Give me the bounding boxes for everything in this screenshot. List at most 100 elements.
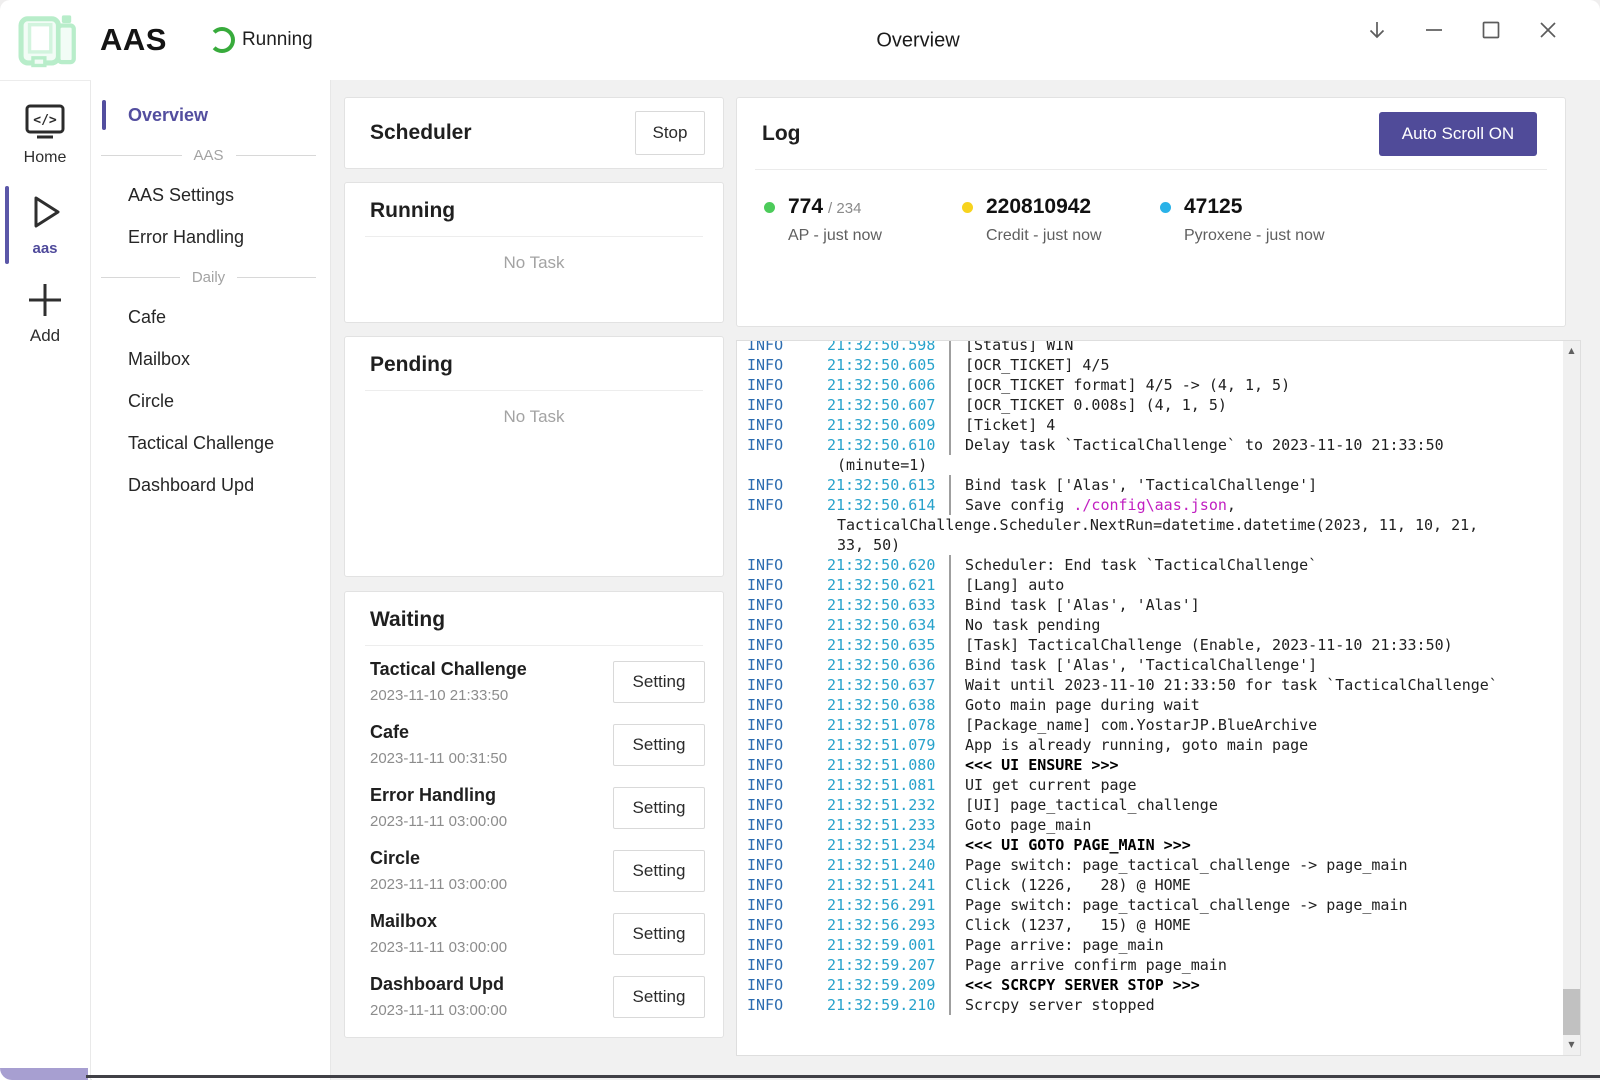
log-separator [949, 395, 951, 415]
sidebar-item-dashboard-upd[interactable]: Dashboard Upd [92, 464, 330, 506]
log-line: INFO21:32:51.081UI get current page [747, 775, 1558, 795]
waiting-title: Waiting [345, 592, 723, 645]
log-timestamp: 21:32:56.293 [827, 915, 939, 935]
log-message: Scrcpy server stopped [965, 995, 1155, 1015]
log-timestamp: 21:32:50.607 [827, 395, 939, 415]
scheduler-status: Running [242, 29, 313, 51]
scroll-up-button[interactable]: ▲ [1563, 343, 1580, 359]
log-timestamp: 21:32:50.620 [827, 555, 939, 575]
stat-label: AP - just now [788, 227, 882, 245]
scroll-down-button[interactable]: ▼ [1563, 1037, 1580, 1053]
nav-rail-item-aas[interactable]: aas [0, 180, 90, 270]
task-setting-button[interactable]: Setting [613, 724, 705, 766]
log-level: INFO [747, 340, 827, 355]
sidebar-group-label: AAS [194, 147, 224, 164]
log-line: INFO21:32:59.207Page arrive confirm page… [747, 955, 1558, 975]
log-line-continuation: (minute=1) [747, 455, 1558, 475]
divider-line [101, 155, 182, 156]
log-level: INFO [747, 815, 827, 835]
auto-scroll-button[interactable]: Auto Scroll ON [1379, 112, 1537, 156]
log-separator [949, 475, 951, 495]
pending-empty-text: No Task [345, 407, 723, 427]
log-separator [949, 835, 951, 855]
task-info: Error Handling2023-11-11 03:00:00 [370, 785, 507, 830]
log-level: INFO [747, 695, 827, 715]
log-message: [Status] WIN [965, 340, 1073, 355]
sidebar-item-tactical-challenge[interactable]: Tactical Challenge [92, 422, 330, 464]
scrollbar[interactable]: ▲ ▼ [1563, 341, 1580, 1055]
stat-dot-icon [764, 202, 775, 213]
nav-rail-item-home[interactable]: </> Home [0, 93, 90, 180]
log-line-continuation: 33, 50) [747, 535, 1558, 555]
log-timestamp: 21:32:50.609 [827, 415, 939, 435]
log-timestamp: 21:32:59.209 [827, 975, 939, 995]
sidebar-item-circle[interactable]: Circle [92, 380, 330, 422]
log-line: INFO21:32:51.078[Package_name] com.Yosta… [747, 715, 1558, 735]
close-icon[interactable] [1536, 16, 1560, 44]
nav-rail-item-add[interactable]: Add [0, 270, 90, 359]
sidebar-item-error-handling[interactable]: Error Handling [92, 216, 330, 258]
task-next-run: 2023-11-11 03:00:00 [370, 876, 507, 893]
sidebar-item-overview[interactable]: Overview [92, 94, 330, 136]
log-separator [949, 340, 951, 355]
log-separator [949, 495, 951, 515]
main-content: Scheduler Stop Running No Task Pending N… [330, 80, 1600, 1080]
log-timestamp: 21:32:51.079 [827, 735, 939, 755]
log-line: INFO21:32:50.638Goto main page during wa… [747, 695, 1558, 715]
log-timestamp: 21:32:51.232 [827, 795, 939, 815]
log-line: INFO21:32:59.001Page arrive: page_main [747, 935, 1558, 955]
waiting-task-row: Tactical Challenge2023-11-10 21:33:50Set… [370, 650, 705, 713]
log-line: INFO21:32:56.293Click (1237, 15) @ HOME [747, 915, 1558, 935]
stat-pyroxene: 47125Pyroxene - just now [1160, 195, 1358, 245]
log-level: INFO [747, 795, 827, 815]
log-line: INFO21:32:51.234<<< UI GOTO PAGE_MAIN >>… [747, 835, 1558, 855]
maximize-icon[interactable] [1479, 16, 1503, 44]
task-info: Mailbox2023-11-11 03:00:00 [370, 911, 507, 956]
sidebar-item-mailbox[interactable]: Mailbox [92, 338, 330, 380]
log-separator [949, 635, 951, 655]
log-level: INFO [747, 995, 827, 1015]
log-line: INFO21:32:51.080<<< UI ENSURE >>> [747, 755, 1558, 775]
log-message: Page switch: page_tactical_challenge -> … [965, 855, 1408, 875]
scroll-thumb[interactable] [1563, 989, 1580, 1035]
log-timestamp: 21:32:51.233 [827, 815, 939, 835]
task-setting-button[interactable]: Setting [613, 850, 705, 892]
log-separator [949, 555, 951, 575]
running-empty-text: No Task [345, 253, 723, 273]
waiting-task-list: Tactical Challenge2023-11-10 21:33:50Set… [345, 646, 723, 1028]
task-setting-button[interactable]: Setting [613, 976, 705, 1018]
log-level: INFO [747, 755, 827, 775]
task-setting-button[interactable]: Setting [613, 661, 705, 703]
sidebar-item-aas-settings[interactable]: AAS Settings [92, 174, 330, 216]
log-separator [949, 895, 951, 915]
log-line: INFO21:32:51.240Page switch: page_tactic… [747, 855, 1558, 875]
log-level: INFO [747, 835, 827, 855]
log-output-panel[interactable]: INFO21:32:50.598[Status] WININFO21:32:50… [736, 340, 1581, 1056]
log-level: INFO [747, 415, 827, 435]
log-level: INFO [747, 495, 827, 515]
log-message: <<< SCRCPY SERVER STOP >>> [965, 975, 1200, 995]
log-line: INFO21:32:50.614Save config ./config\aas… [747, 495, 1558, 515]
log-level: INFO [747, 475, 827, 495]
log-separator [949, 795, 951, 815]
log-title: Log [762, 122, 800, 146]
task-setting-button[interactable]: Setting [613, 913, 705, 955]
log-level: INFO [747, 915, 827, 935]
minimize-icon[interactable] [1422, 16, 1446, 44]
log-timestamp: 21:32:51.081 [827, 775, 939, 795]
log-message: [Package_name] com.YostarJP.BlueArchive [965, 715, 1317, 735]
app-window: AAS Running Overview [0, 0, 1600, 1080]
log-message: <<< UI ENSURE >>> [965, 755, 1119, 775]
stop-button[interactable]: Stop [635, 111, 705, 155]
waiting-task-row: Dashboard Upd2023-11-11 03:00:00Setting [370, 965, 705, 1028]
log-line: INFO21:32:50.610Delay task `TacticalChal… [747, 435, 1558, 455]
task-setting-button[interactable]: Setting [613, 787, 705, 829]
log-message: [OCR_TICKET format] 4/5 -> (4, 1, 5) [965, 375, 1290, 395]
log-line: INFO21:32:50.633Bind task ['Alas', 'Alas… [747, 595, 1558, 615]
log-level: INFO [747, 775, 827, 795]
window-corner-accent [0, 1068, 88, 1080]
hide-to-tray-icon[interactable] [1365, 16, 1389, 44]
log-line: INFO21:32:50.609[Ticket] 4 [747, 415, 1558, 435]
sidebar-item-cafe[interactable]: Cafe [92, 296, 330, 338]
log-separator [949, 715, 951, 735]
